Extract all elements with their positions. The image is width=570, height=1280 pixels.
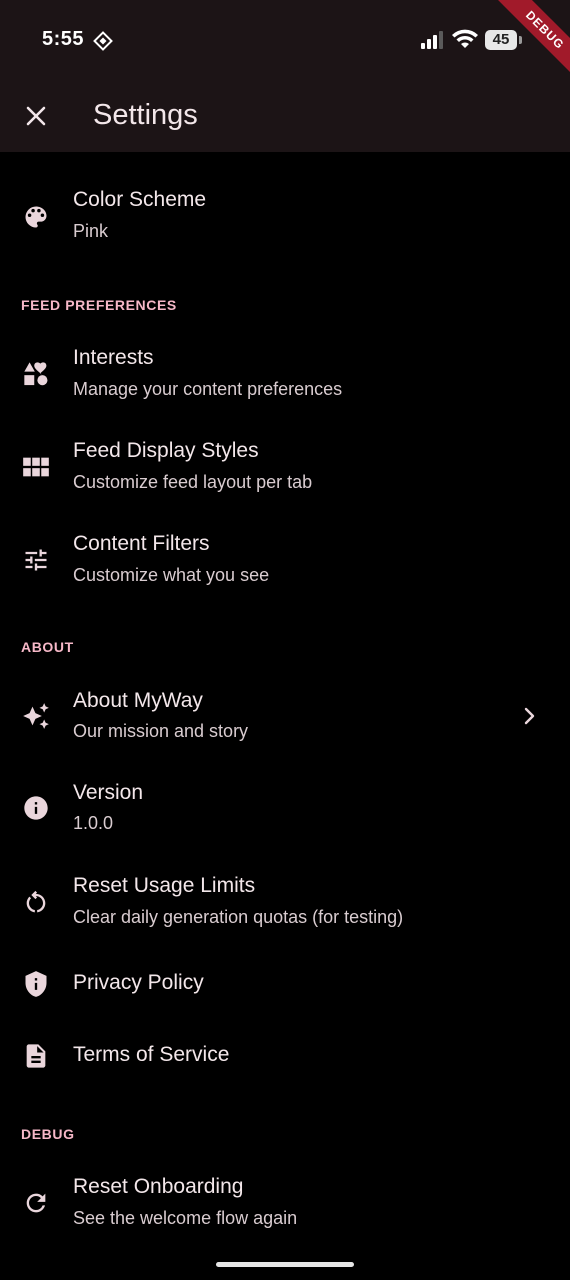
- refresh-icon: [22, 1189, 50, 1217]
- document-icon: [22, 1042, 50, 1070]
- setting-feed-display-styles[interactable]: Feed Display Styles Customize feed layou…: [0, 421, 570, 514]
- close-icon: [26, 106, 46, 126]
- setting-title: About MyWay: [73, 689, 203, 712]
- restart-icon: [22, 888, 50, 916]
- top-bar: 5:55 45 DEBUG Settings: [0, 0, 570, 152]
- setting-title: Interests: [73, 346, 154, 369]
- settings-screen: 5:55 45 DEBUG Settings Color Scheme Pink…: [0, 0, 570, 1280]
- setting-reset-onboarding[interactable]: Reset Onboarding See the welcome flow ag…: [0, 1157, 570, 1250]
- setting-subtitle: Customize what you see: [73, 565, 270, 585]
- setting-title: Terms of Service: [73, 1043, 230, 1066]
- setting-terms-of-service[interactable]: Terms of Service: [0, 1021, 570, 1091]
- setting-subtitle: 1.0.0: [73, 813, 114, 833]
- setting-title: Privacy Policy: [73, 971, 204, 994]
- setting-subtitle: Our mission and story: [73, 721, 249, 741]
- setting-subtitle: See the welcome flow again: [73, 1208, 298, 1228]
- setting-title: Color Scheme: [73, 188, 207, 211]
- focus-mode-icon: [92, 30, 114, 52]
- setting-subtitle: Pink: [73, 221, 109, 241]
- setting-color-scheme[interactable]: Color Scheme Pink: [0, 170, 570, 263]
- setting-reset-usage-limits[interactable]: Reset Usage Limits Clear daily generatio…: [0, 856, 570, 949]
- page-title: Settings: [93, 99, 198, 131]
- home-indicator[interactable]: [216, 1262, 354, 1267]
- chevron-right-icon: [518, 705, 540, 727]
- setting-title: Reset Usage Limits: [73, 874, 256, 897]
- setting-subtitle: Clear daily generation quotas (for testi…: [73, 907, 404, 927]
- tune-icon: [22, 546, 50, 574]
- setting-privacy-policy[interactable]: Privacy Policy: [0, 949, 570, 1019]
- setting-content-filters[interactable]: Content Filters Customize what you see: [0, 514, 570, 607]
- sparkle-icon: [22, 702, 50, 730]
- palette-icon: [22, 203, 50, 231]
- setting-version: Version 1.0.0: [0, 763, 570, 856]
- setting-title: Reset Onboarding: [73, 1175, 244, 1198]
- battery-indicator: 45: [485, 30, 517, 50]
- section-header-about: ABOUT: [21, 639, 74, 655]
- setting-title: Version: [73, 781, 144, 804]
- setting-subtitle: Customize feed layout per tab: [73, 472, 313, 492]
- setting-subtitle: Manage your content preferences: [73, 379, 343, 399]
- setting-title: Content Filters: [73, 532, 210, 555]
- category-icon: [22, 360, 50, 388]
- section-header-feed-preferences: FEED PREFERENCES: [21, 297, 177, 313]
- close-button[interactable]: [18, 98, 54, 134]
- shield-icon: [22, 970, 50, 998]
- setting-about-myway[interactable]: About MyWay Our mission and story: [0, 671, 570, 764]
- section-header-debug: DEBUG: [21, 1126, 75, 1142]
- status-bar: 5:55 45: [0, 0, 570, 80]
- app-bar: Settings: [0, 80, 570, 152]
- info-icon: [22, 794, 50, 822]
- wifi-icon: [452, 29, 478, 49]
- cellular-signal-icon: [421, 31, 447, 49]
- grid-icon: [22, 453, 50, 481]
- setting-interests[interactable]: Interests Manage your content preference…: [0, 328, 570, 421]
- battery-tip: [519, 36, 522, 44]
- setting-title: Feed Display Styles: [73, 439, 259, 462]
- status-time: 5:55: [42, 28, 85, 50]
